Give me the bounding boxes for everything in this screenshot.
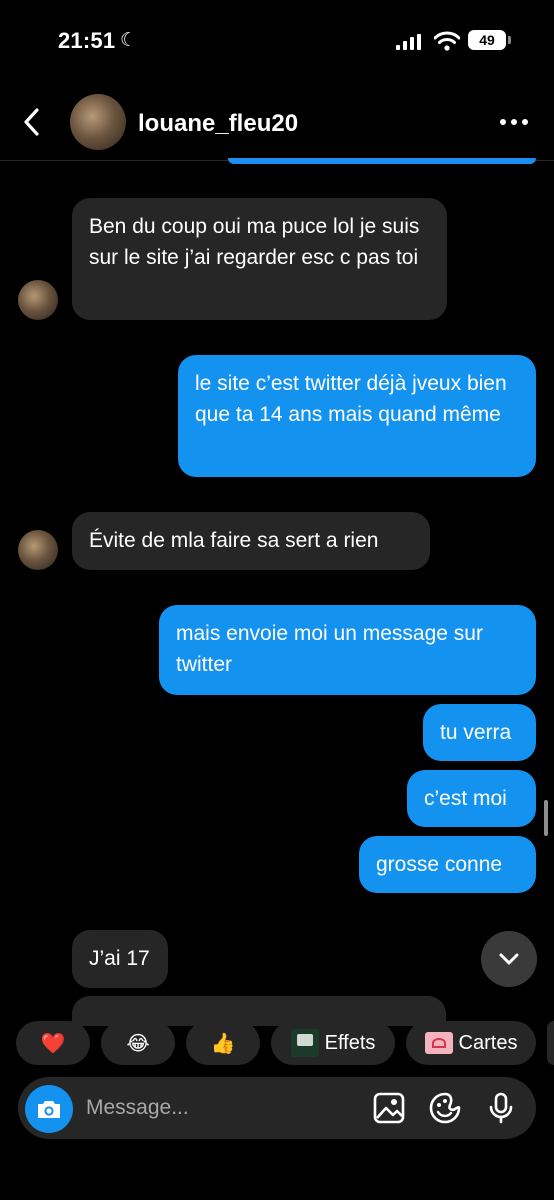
status-time: 21:51 — [58, 28, 116, 53]
message-sent[interactable]: tu verra — [423, 704, 536, 761]
effects-icon — [290, 1029, 319, 1057]
battery-icon: 49 — [468, 30, 506, 50]
chevron-down-icon — [499, 953, 519, 965]
thumbs-up-icon: 👍 — [210, 1032, 236, 1055]
chevron-left-icon[interactable] — [20, 106, 44, 138]
sender-avatar[interactable] — [18, 280, 58, 320]
signal-icon — [396, 34, 421, 50]
message-sent[interactable]: le site c’est twitter déjà jveux bien qu… — [178, 355, 536, 477]
more-reactions-chip[interactable] — [547, 1021, 554, 1065]
more-icon[interactable] — [498, 112, 530, 132]
effects-label: Effets — [324, 1031, 376, 1054]
message-received[interactable]: Ben du coup oui ma puce lol je suis sur … — [72, 198, 447, 320]
laughing-emoji-icon: 😂 — [126, 1032, 150, 1055]
reaction-heart[interactable]: ❤️ — [16, 1021, 90, 1065]
message-sent[interactable]: c’est moi — [407, 770, 536, 827]
reaction-laugh[interactable]: 😂 — [101, 1021, 175, 1065]
reaction-thumbs-up[interactable]: 👍 — [186, 1021, 260, 1065]
wifi-icon — [434, 31, 460, 51]
message-sent[interactable]: grosse conne — [359, 836, 536, 893]
gallery-icon[interactable] — [372, 1091, 406, 1125]
sticker-icon[interactable] — [428, 1091, 462, 1125]
avatar[interactable] — [70, 94, 126, 150]
moon-icon: ☾ — [120, 30, 138, 51]
chat-username[interactable]: louane_fleu20 — [138, 110, 298, 138]
message-sent[interactable]: mais envoie moi un message sur twitter — [159, 605, 536, 695]
message-received[interactable]: Évite de mla faire sa sert a rien — [72, 512, 430, 570]
camera-button[interactable] — [25, 1085, 73, 1133]
message-input[interactable]: Message... — [86, 1096, 189, 1120]
sender-avatar[interactable] — [18, 530, 58, 570]
battery-tip — [508, 36, 511, 44]
scroll-down-button[interactable] — [481, 931, 537, 987]
previous-sent-bubble-edge — [228, 158, 536, 164]
effects-button[interactable]: Effets — [271, 1021, 395, 1065]
cards-label: Cartes — [458, 1031, 518, 1054]
scrollbar[interactable] — [544, 800, 548, 836]
microphone-icon[interactable] — [484, 1091, 518, 1125]
heart-icon: ❤️ — [40, 1032, 66, 1055]
message-received[interactable]: J’ai 17 — [72, 930, 168, 988]
camera-icon — [38, 1101, 60, 1118]
cards-icon — [424, 1032, 453, 1054]
cards-button[interactable]: Cartes — [406, 1021, 536, 1065]
